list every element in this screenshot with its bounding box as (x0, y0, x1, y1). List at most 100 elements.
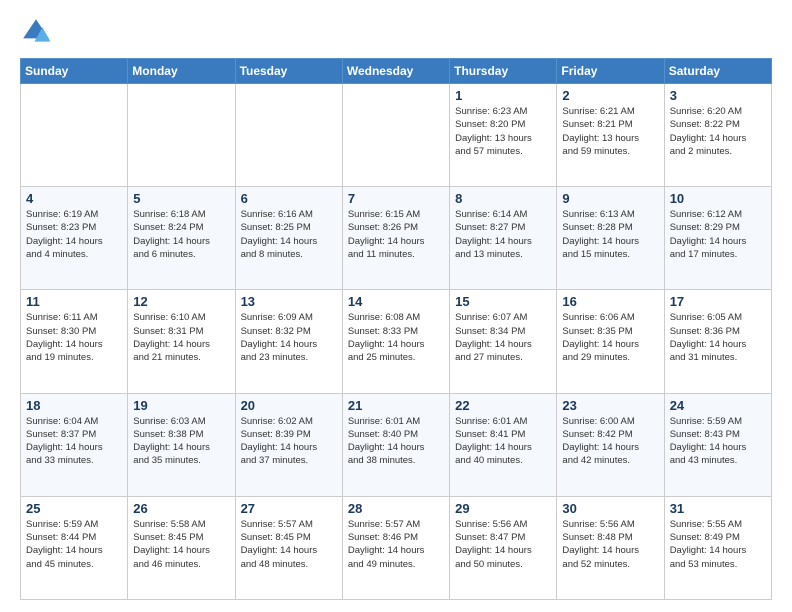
day-number: 5 (133, 191, 229, 206)
calendar-table: SundayMondayTuesdayWednesdayThursdayFrid… (20, 58, 772, 600)
day-number: 14 (348, 294, 444, 309)
page: SundayMondayTuesdayWednesdayThursdayFrid… (0, 0, 792, 612)
calendar-cell: 12 Sunrise: 6:10 AM Sunset: 8:31 PM Dayli… (128, 290, 235, 393)
day-info: Sunrise: 6:02 AM Sunset: 8:39 PM Dayligh… (241, 415, 337, 468)
day-info: Sunrise: 5:59 AM Sunset: 8:44 PM Dayligh… (26, 518, 122, 571)
calendar-cell (342, 84, 449, 187)
day-info: Sunrise: 6:12 AM Sunset: 8:29 PM Dayligh… (670, 208, 766, 261)
calendar-cell: 21Sunrise: 6:01 AM Sunset: 8:40 PM Dayli… (342, 393, 449, 496)
calendar-cell: 17 Sunrise: 6:05 AM Sunset: 8:36 PM Dayli… (664, 290, 771, 393)
day-number: 27 (241, 501, 337, 516)
day-info: Sunrise: 5:57 AM Sunset: 8:45 PM Dayligh… (241, 518, 337, 571)
calendar-cell: 9 Sunrise: 6:13 AM Sunset: 8:28 PM Daylig… (557, 187, 664, 290)
day-number: 4 (26, 191, 122, 206)
calendar-week-row: 4 Sunrise: 6:19 AM Sunset: 8:23 PM Daylig… (21, 187, 772, 290)
day-number: 29 (455, 501, 551, 516)
day-info: Sunrise: 6:10 AM Sunset: 8:31 PM Dayligh… (133, 311, 229, 364)
calendar-header-sunday: Sunday (21, 59, 128, 84)
day-number: 25 (26, 501, 122, 516)
day-number: 18 (26, 398, 122, 413)
day-info: Sunrise: 5:59 AM Sunset: 8:43 PM Dayligh… (670, 415, 766, 468)
calendar-cell: 16 Sunrise: 6:06 AM Sunset: 8:35 PM Dayli… (557, 290, 664, 393)
day-info: Sunrise: 5:55 AM Sunset: 8:49 PM Dayligh… (670, 518, 766, 571)
day-info: Sunrise: 5:56 AM Sunset: 8:48 PM Dayligh… (562, 518, 658, 571)
day-number: 21 (348, 398, 444, 413)
day-number: 13 (241, 294, 337, 309)
day-number: 20 (241, 398, 337, 413)
day-info: Sunrise: 6:01 AM Sunset: 8:41 PM Dayligh… (455, 415, 551, 468)
calendar-header-thursday: Thursday (450, 59, 557, 84)
day-info: Sunrise: 6:07 AM Sunset: 8:34 PM Dayligh… (455, 311, 551, 364)
day-info: Sunrise: 6:09 AM Sunset: 8:32 PM Dayligh… (241, 311, 337, 364)
day-number: 28 (348, 501, 444, 516)
calendar-header-tuesday: Tuesday (235, 59, 342, 84)
day-info: Sunrise: 6:05 AM Sunset: 8:36 PM Dayligh… (670, 311, 766, 364)
calendar-header-friday: Friday (557, 59, 664, 84)
calendar-cell: 11Sunrise: 6:11 AM Sunset: 8:30 PM Dayli… (21, 290, 128, 393)
calendar-week-row: 18 Sunrise: 6:04 AM Sunset: 8:37 PM Dayli… (21, 393, 772, 496)
day-number: 31 (670, 501, 766, 516)
day-info: Sunrise: 6:13 AM Sunset: 8:28 PM Dayligh… (562, 208, 658, 261)
day-info: Sunrise: 6:00 AM Sunset: 8:42 PM Dayligh… (562, 415, 658, 468)
day-number: 7 (348, 191, 444, 206)
calendar-cell: 4 Sunrise: 6:19 AM Sunset: 8:23 PM Daylig… (21, 187, 128, 290)
calendar-cell: 2 Sunrise: 6:21 AM Sunset: 8:21 PM Daylig… (557, 84, 664, 187)
logo (20, 16, 56, 48)
calendar-cell: 24 Sunrise: 5:59 AM Sunset: 8:43 PM Dayli… (664, 393, 771, 496)
calendar-cell: 10Sunrise: 6:12 AM Sunset: 8:29 PM Dayli… (664, 187, 771, 290)
calendar-cell: 18 Sunrise: 6:04 AM Sunset: 8:37 PM Dayli… (21, 393, 128, 496)
day-number: 19 (133, 398, 229, 413)
calendar-header-wednesday: Wednesday (342, 59, 449, 84)
calendar-week-row: 11Sunrise: 6:11 AM Sunset: 8:30 PM Dayli… (21, 290, 772, 393)
day-info: Sunrise: 5:56 AM Sunset: 8:47 PM Dayligh… (455, 518, 551, 571)
day-number: 30 (562, 501, 658, 516)
calendar-cell: 25 Sunrise: 5:59 AM Sunset: 8:44 PM Dayli… (21, 496, 128, 599)
day-info: Sunrise: 6:20 AM Sunset: 8:22 PM Dayligh… (670, 105, 766, 158)
day-info: Sunrise: 6:23 AM Sunset: 8:20 PM Dayligh… (455, 105, 551, 158)
calendar-cell: 14 Sunrise: 6:08 AM Sunset: 8:33 PM Dayli… (342, 290, 449, 393)
day-info: Sunrise: 6:08 AM Sunset: 8:33 PM Dayligh… (348, 311, 444, 364)
day-number: 9 (562, 191, 658, 206)
calendar-week-row: 1 Sunrise: 6:23 AM Sunset: 8:20 PM Daylig… (21, 84, 772, 187)
day-number: 22 (455, 398, 551, 413)
day-info: Sunrise: 6:04 AM Sunset: 8:37 PM Dayligh… (26, 415, 122, 468)
day-number: 24 (670, 398, 766, 413)
logo-icon (20, 16, 52, 48)
calendar-cell: 19 Sunrise: 6:03 AM Sunset: 8:38 PM Dayli… (128, 393, 235, 496)
day-number: 23 (562, 398, 658, 413)
day-number: 17 (670, 294, 766, 309)
day-number: 1 (455, 88, 551, 103)
day-number: 12 (133, 294, 229, 309)
calendar-cell: 22 Sunrise: 6:01 AM Sunset: 8:41 PM Dayli… (450, 393, 557, 496)
day-info: Sunrise: 6:14 AM Sunset: 8:27 PM Dayligh… (455, 208, 551, 261)
calendar-cell: 13 Sunrise: 6:09 AM Sunset: 8:32 PM Dayli… (235, 290, 342, 393)
day-number: 16 (562, 294, 658, 309)
day-number: 3 (670, 88, 766, 103)
calendar-cell: 30 Sunrise: 5:56 AM Sunset: 8:48 PM Dayli… (557, 496, 664, 599)
day-info: Sunrise: 6:21 AM Sunset: 8:21 PM Dayligh… (562, 105, 658, 158)
calendar-cell: 15Sunrise: 6:07 AM Sunset: 8:34 PM Dayli… (450, 290, 557, 393)
day-info: Sunrise: 5:57 AM Sunset: 8:46 PM Dayligh… (348, 518, 444, 571)
calendar-header-monday: Monday (128, 59, 235, 84)
calendar-header-saturday: Saturday (664, 59, 771, 84)
calendar-cell (235, 84, 342, 187)
day-info: Sunrise: 6:06 AM Sunset: 8:35 PM Dayligh… (562, 311, 658, 364)
calendar-cell: 26Sunrise: 5:58 AM Sunset: 8:45 PM Dayli… (128, 496, 235, 599)
calendar-cell: 27 Sunrise: 5:57 AM Sunset: 8:45 PM Dayli… (235, 496, 342, 599)
calendar-week-row: 25 Sunrise: 5:59 AM Sunset: 8:44 PM Dayli… (21, 496, 772, 599)
calendar-cell: 20 Sunrise: 6:02 AM Sunset: 8:39 PM Dayli… (235, 393, 342, 496)
header (20, 16, 772, 48)
calendar-cell: 3 Sunrise: 6:20 AM Sunset: 8:22 PM Daylig… (664, 84, 771, 187)
calendar-cell: 6Sunrise: 6:16 AM Sunset: 8:25 PM Daylig… (235, 187, 342, 290)
calendar-cell: 31 Sunrise: 5:55 AM Sunset: 8:49 PM Dayli… (664, 496, 771, 599)
day-info: Sunrise: 6:15 AM Sunset: 8:26 PM Dayligh… (348, 208, 444, 261)
calendar-cell (21, 84, 128, 187)
calendar-cell: 28 Sunrise: 5:57 AM Sunset: 8:46 PM Dayli… (342, 496, 449, 599)
calendar-cell: 1 Sunrise: 6:23 AM Sunset: 8:20 PM Daylig… (450, 84, 557, 187)
calendar-cell: 5Sunrise: 6:18 AM Sunset: 8:24 PM Daylig… (128, 187, 235, 290)
day-info: Sunrise: 6:19 AM Sunset: 8:23 PM Dayligh… (26, 208, 122, 261)
day-info: Sunrise: 6:03 AM Sunset: 8:38 PM Dayligh… (133, 415, 229, 468)
day-number: 26 (133, 501, 229, 516)
day-info: Sunrise: 6:11 AM Sunset: 8:30 PM Dayligh… (26, 311, 122, 364)
day-number: 2 (562, 88, 658, 103)
